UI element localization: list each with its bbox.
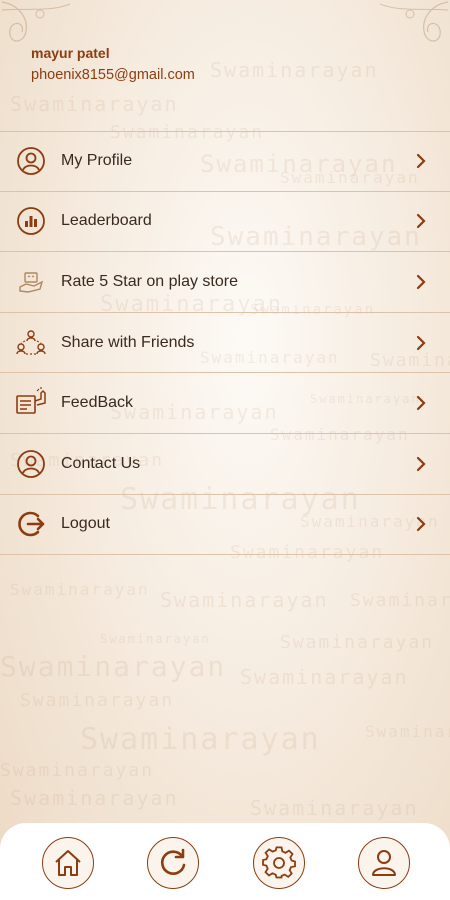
drawer-menu: My Profile Leaderboard Rate 5 Star on pl…: [0, 131, 450, 556]
watermark-text: Swaminarayan: [280, 632, 435, 653]
settings-button[interactable]: [253, 837, 305, 889]
menu-label: FeedBack: [61, 394, 134, 412]
watermark-text: Swaminarayan: [10, 786, 179, 810]
chevron-right-icon: [416, 517, 426, 532]
user-circle-icon: [15, 145, 47, 177]
watermark-text: Swaminarayan: [80, 722, 321, 757]
menu-item-leaderboard[interactable]: Leaderboard: [0, 192, 450, 253]
menu-item-rate-app[interactable]: Rate 5 Star on play store: [0, 252, 450, 313]
watermark-text: Swaminarayan: [240, 665, 409, 689]
profile-button[interactable]: [358, 837, 410, 889]
user-name: mayur patel: [31, 45, 110, 61]
watermark-text: Swaminarayan: [0, 650, 227, 683]
chevron-right-icon: [416, 335, 426, 350]
logout-icon: [15, 508, 47, 540]
menu-label: Leaderboard: [61, 212, 152, 230]
bottom-navigation: [0, 823, 450, 900]
chevron-right-icon: [416, 274, 426, 290]
watermark-text: Swaminarayan: [350, 590, 450, 611]
rating-hand-icon: [15, 266, 47, 298]
home-icon: [55, 850, 81, 876]
menu-item-contact-us[interactable]: Contact Us: [0, 434, 450, 495]
menu-label: Share with Friends: [61, 333, 195, 351]
chevron-right-icon: [416, 154, 426, 169]
profile-header: mayur patel phoenix8155@gmail.com: [0, 0, 450, 118]
watermark-text: Swaminarayan: [0, 760, 155, 781]
menu-item-feedback[interactable]: FeedBack: [0, 373, 450, 434]
feedback-icon: [15, 387, 47, 419]
user-email: phoenix8155@gmail.com: [31, 67, 195, 83]
refresh-icon: [160, 848, 186, 875]
watermark-text: Swaminarayan: [20, 690, 175, 711]
menu-item-share[interactable]: Share with Friends: [0, 313, 450, 374]
menu-item-logout[interactable]: Logout: [0, 495, 450, 556]
watermark-text: Swaminarayan: [10, 580, 150, 599]
watermark-text: Swaminarayan: [250, 796, 419, 820]
refresh-button[interactable]: [147, 837, 199, 889]
chevron-right-icon: [416, 214, 426, 229]
menu-label: Rate 5 Star on play store: [61, 272, 238, 290]
menu-label: Contact Us: [61, 454, 141, 472]
watermark-text: Swaminarayan: [365, 722, 450, 741]
watermark-text: Swaminarayan: [100, 632, 211, 646]
user-circle-icon: [15, 448, 47, 480]
menu-item-my-profile[interactable]: My Profile: [0, 131, 450, 192]
chevron-right-icon: [416, 456, 426, 471]
menu-label: Logout: [61, 515, 110, 533]
home-button[interactable]: [42, 837, 94, 889]
menu-label: My Profile: [61, 152, 133, 170]
profile-icon: [372, 850, 396, 876]
chevron-right-icon: [416, 396, 426, 411]
bar-chart-icon: [15, 205, 47, 237]
watermark-text: Swaminarayan: [160, 588, 329, 612]
settings-gear-icon: [262, 846, 296, 879]
share-people-icon: [15, 327, 47, 359]
